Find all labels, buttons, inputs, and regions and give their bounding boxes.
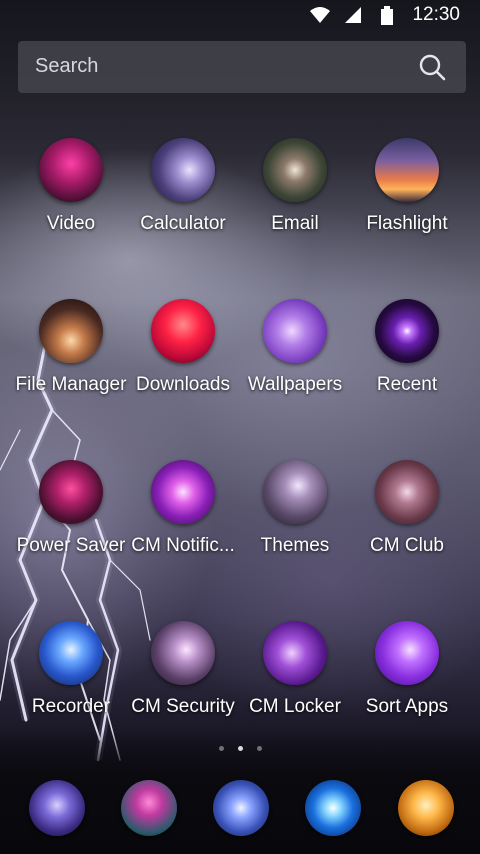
app-label: Flashlight [366, 213, 448, 234]
search-bar[interactable]: Search [18, 41, 466, 93]
app-calculator[interactable]: Calculator [127, 138, 239, 235]
file-manager-icon [39, 299, 103, 363]
dock-messages-icon[interactable] [305, 780, 361, 836]
dock-app-drawer-icon[interactable] [213, 780, 269, 836]
cell-signal-icon [345, 7, 361, 23]
app-cm-club[interactable]: CM Club [351, 460, 463, 557]
sort-apps-icon [375, 621, 439, 685]
cm-locker-icon [263, 621, 327, 685]
app-recorder[interactable]: Recorder [15, 621, 127, 718]
app-cm-locker[interactable]: CM Locker [239, 621, 351, 718]
cm-security-icon [151, 621, 215, 685]
app-cm-security[interactable]: CM Security [127, 621, 239, 718]
page-indicator [0, 746, 480, 752]
app-flashlight[interactable]: Flashlight [351, 138, 463, 235]
wallpapers-icon [263, 299, 327, 363]
dock-browser-icon[interactable] [398, 780, 454, 836]
search-icon[interactable] [418, 53, 446, 81]
app-video[interactable]: Video [15, 138, 127, 235]
cm-club-icon [375, 460, 439, 524]
app-label: Themes [260, 535, 330, 556]
app-label: Wallpapers [247, 374, 343, 395]
status-bar: 12:30 [0, 0, 480, 30]
app-file-manager[interactable]: File Manager [15, 299, 127, 396]
app-label: CM Security [131, 696, 235, 717]
dock-contacts-icon[interactable] [121, 780, 177, 836]
app-wallpapers[interactable]: Wallpapers [239, 299, 351, 396]
video-icon [39, 138, 103, 202]
themes-icon [263, 460, 327, 524]
app-label: CM Locker [249, 696, 341, 717]
battery-icon [381, 6, 393, 25]
app-label: CM Club [370, 535, 444, 556]
status-time: 12:30 [412, 4, 460, 25]
lightning-decoration [0, 328, 151, 762]
app-label: Email [271, 213, 319, 234]
recorder-icon [39, 621, 103, 685]
app-themes[interactable]: Themes [239, 460, 351, 557]
downloads-icon [151, 299, 215, 363]
app-label: Power Saver [16, 535, 126, 556]
app-label: File Manager [15, 374, 127, 395]
app-label: Recent [376, 374, 438, 395]
app-sort-apps[interactable]: Sort Apps [351, 621, 463, 718]
email-icon [263, 138, 327, 202]
wifi-icon [310, 7, 330, 23]
app-label: Sort Apps [365, 696, 449, 717]
page-dot [219, 746, 224, 751]
app-label: Downloads [136, 374, 230, 395]
page-dot-active [238, 746, 243, 751]
app-email[interactable]: Email [239, 138, 351, 235]
recent-icon [375, 299, 439, 363]
app-label: Recorder [31, 696, 111, 717]
app-label: Calculator [140, 213, 226, 234]
page-dot [257, 746, 262, 751]
app-cm-notification[interactable]: CM Notific... [127, 460, 239, 557]
power-saver-icon [39, 460, 103, 524]
app-label: CM Notific... [131, 535, 235, 556]
calculator-icon [151, 138, 215, 202]
search-placeholder: Search [35, 55, 99, 77]
app-downloads[interactable]: Downloads [127, 299, 239, 396]
app-recent[interactable]: Recent [351, 299, 463, 396]
app-label: Video [46, 213, 96, 234]
cm-notification-icon [151, 460, 215, 524]
flashlight-icon [375, 138, 439, 202]
app-power-saver[interactable]: Power Saver [15, 460, 127, 557]
dock-phone-icon[interactable] [29, 780, 85, 836]
